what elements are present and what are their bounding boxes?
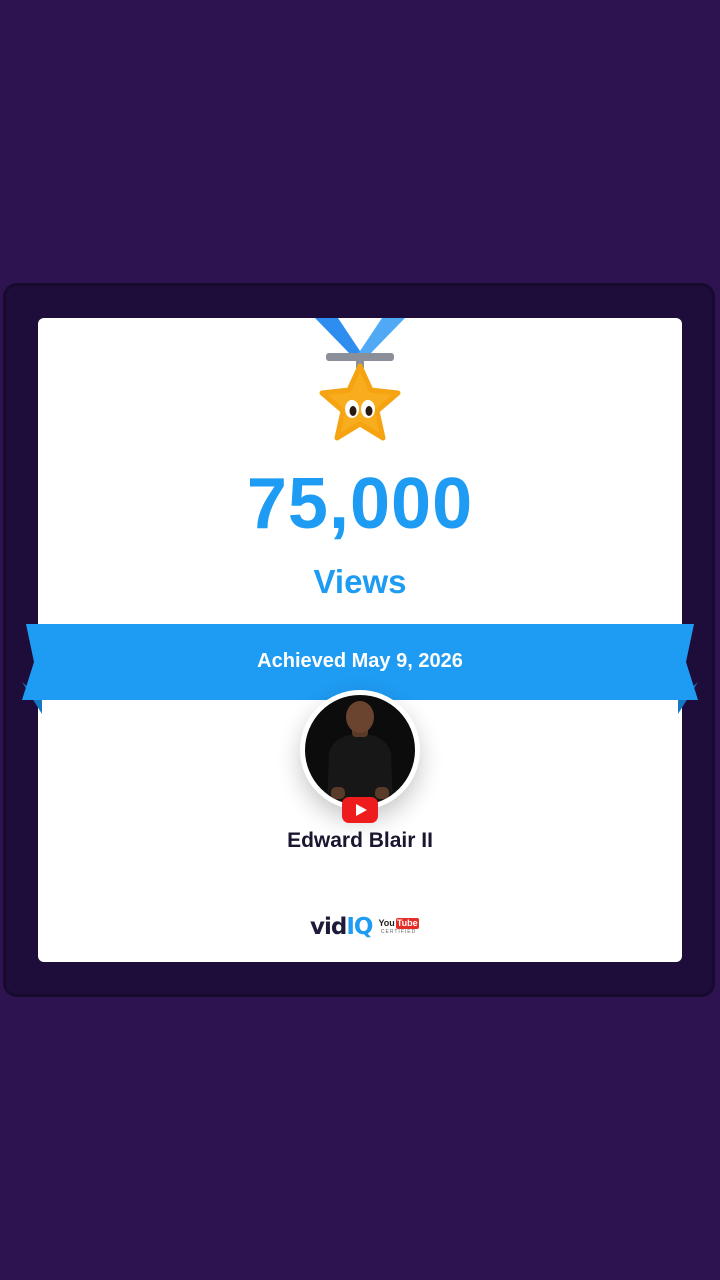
star-medal-icon [315, 318, 405, 441]
channel-name: Edward Blair II [287, 829, 433, 852]
brand-suffix: IQ [346, 914, 373, 940]
channel-avatar-photo [305, 695, 415, 805]
cert-you: You [378, 918, 395, 928]
youtube-icon [342, 797, 378, 823]
brand-prefix: vid [310, 914, 347, 940]
cert-certified: CERTIFIED [380, 929, 417, 935]
youtube-certified-badge: You Tube CERTIFIED [378, 918, 419, 936]
achieved-date: Achieved May 9, 2026 [257, 650, 463, 672]
milestone-count: 75,000 [246, 464, 474, 544]
avatar [300, 690, 420, 810]
milestone-unit: Views [313, 563, 407, 600]
cert-tube: Tube [395, 918, 419, 929]
vidiq-logo: vidIQ You Tube CERTIFIED [310, 912, 419, 942]
